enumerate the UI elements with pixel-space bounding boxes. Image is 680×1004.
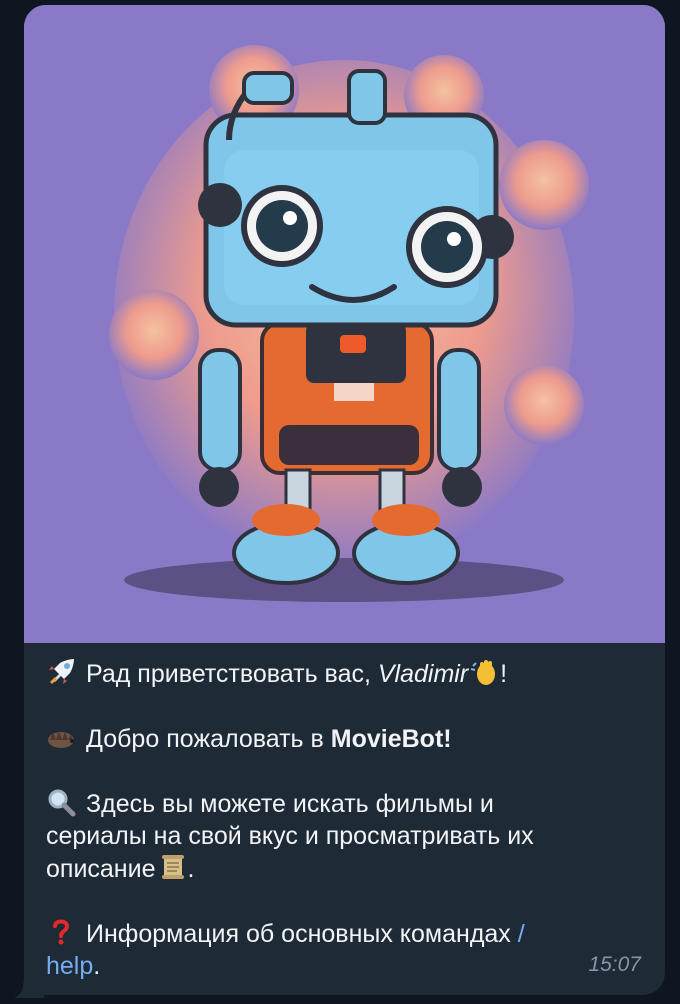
rocket-icon <box>46 657 76 687</box>
robot-illustration <box>24 5 665 643</box>
hedgehog-icon <box>46 722 76 752</box>
bubble-tail <box>14 968 44 998</box>
scroll-icon <box>158 852 188 882</box>
message-time: 15:07 <box>588 953 641 976</box>
help-command-link-cont[interactable]: help <box>46 952 93 980</box>
bot-name: MovieBot! <box>330 725 452 753</box>
user-name: Vladimir <box>377 660 469 688</box>
magnifier-icon <box>46 787 76 817</box>
help-command-link[interactable]: / <box>518 920 525 948</box>
robot-image[interactable] <box>24 5 665 643</box>
message-bubble: Рад приветствовать вас, Vladimir ! Добро <box>24 5 665 995</box>
question-mark-icon <box>46 917 76 947</box>
waving-hand-icon <box>470 657 500 687</box>
message-text: Рад приветствовать вас, Vladimir ! Добро <box>46 657 636 982</box>
